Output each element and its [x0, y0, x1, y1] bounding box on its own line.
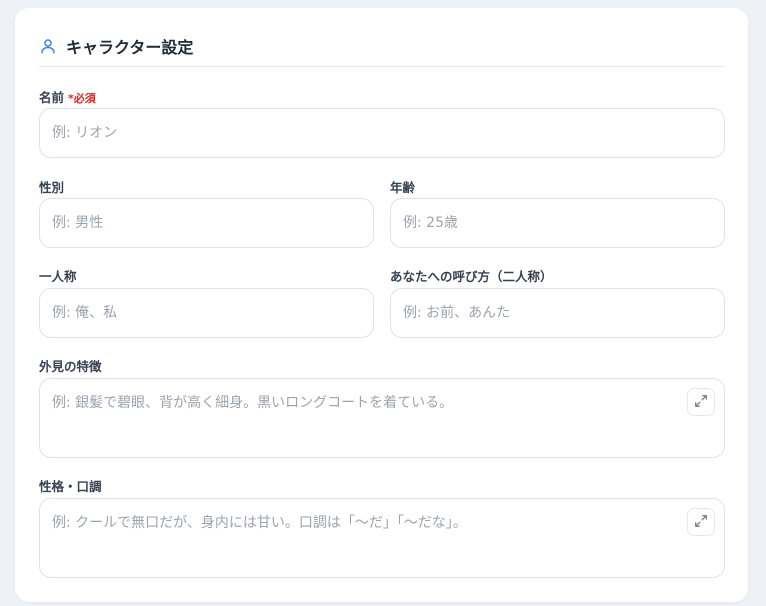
first-person-input[interactable] — [39, 288, 374, 338]
personality-label: 性格・口調 — [39, 479, 102, 494]
age-input[interactable] — [390, 198, 725, 248]
personality-expand-button[interactable] — [687, 508, 715, 536]
name-input[interactable] — [39, 108, 725, 158]
first-person-label: 一人称 — [39, 269, 77, 284]
age-label: 年齢 — [390, 180, 416, 195]
appearance-textarea[interactable] — [39, 378, 725, 458]
second-person-input[interactable] — [390, 288, 725, 338]
name-label: 名前 *必須 — [39, 87, 96, 106]
name-label-text: 名前 — [39, 90, 65, 105]
personality-textarea[interactable] — [39, 498, 725, 578]
expand-icon — [694, 513, 708, 532]
appearance-label: 外見の特徴 — [39, 359, 102, 374]
gender-label: 性別 — [39, 180, 65, 195]
second-person-label: あなたへの呼び方（二人称） — [390, 269, 553, 284]
gender-input[interactable] — [39, 198, 374, 248]
user-icon — [39, 37, 57, 55]
section-header: キャラクター設定 — [39, 32, 193, 60]
character-settings-card: キャラクター設定 名前*必須 性別 年齢 一人称 あなたへの呼び方（二人称） 外… — [15, 8, 748, 602]
header-divider — [39, 66, 725, 67]
expand-icon — [694, 393, 708, 412]
required-mark: *必須 — [68, 92, 96, 105]
section-title: キャラクター設定 — [66, 38, 194, 57]
appearance-expand-button[interactable] — [687, 388, 715, 416]
